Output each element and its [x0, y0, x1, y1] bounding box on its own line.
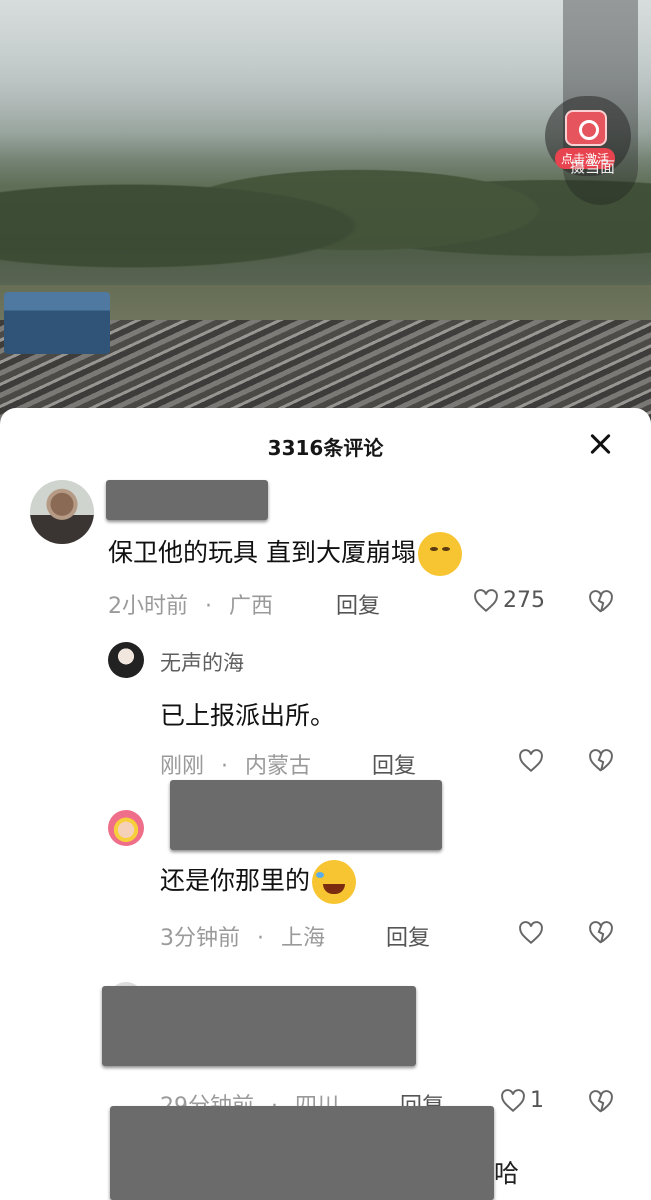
broken-heart-icon[interactable] [588, 921, 614, 945]
comment-text[interactable]: 还是你那里的 [160, 860, 357, 904]
comment-text[interactable]: 已上报派出所。 [160, 696, 335, 732]
like-button[interactable]: 1 [500, 1088, 544, 1113]
like-count: 275 [503, 588, 545, 613]
reply-button[interactable]: 回复 [386, 920, 430, 952]
meta-separator: · [205, 594, 212, 619]
comment-text-content: 还是你那里的 [160, 866, 311, 895]
comment-time: 3分钟前 [160, 926, 240, 951]
broken-heart-icon[interactable] [588, 749, 614, 773]
comment-time: 2小时前 [108, 594, 188, 619]
avatar[interactable] [108, 810, 144, 846]
heart-icon[interactable] [518, 921, 544, 945]
smirk-face-icon [417, 532, 462, 576]
video-player[interactable] [0, 0, 651, 440]
heart-icon [474, 588, 498, 612]
comment-text-content: 保卫他的玩具 直到大厦崩塌 [108, 538, 416, 567]
reply-button[interactable]: 回复 [336, 588, 380, 620]
comment-sheet: 3316条评论 保卫他的玩具 直到大厦崩塌 2小时前 · 广西 回复 275 无… [0, 408, 651, 1200]
comment-location: 内蒙古 [245, 754, 312, 779]
comment-count-title: 3316条评论 [267, 436, 384, 460]
avatar[interactable] [30, 480, 94, 544]
avatar[interactable] [108, 642, 144, 678]
like-button[interactable]: 275 [473, 588, 545, 613]
meta-separator: · [257, 926, 264, 951]
reply-button[interactable]: 回复 [372, 748, 416, 780]
camera-icon [565, 110, 607, 146]
like-count: 1 [530, 1088, 544, 1113]
broken-heart-icon[interactable] [588, 1090, 614, 1114]
close-icon[interactable] [584, 428, 616, 460]
comment-text[interactable]: 保卫他的玩具 直到大厦崩塌 [108, 532, 462, 576]
comment-meta: 刚刚 · 内蒙古 [160, 748, 311, 780]
activate-sub-label: 摄当面 [570, 158, 616, 176]
partial-comment-text: 哈 [494, 1159, 520, 1188]
comment-meta: 3分钟前 · 上海 [160, 920, 325, 952]
heart-icon [501, 1088, 525, 1112]
rolling-laughing-face-icon [312, 860, 357, 904]
redacted-comment [110, 1106, 494, 1200]
broken-heart-icon[interactable] [588, 590, 614, 614]
redacted-username [170, 780, 442, 850]
redacted-comment [102, 986, 416, 1066]
comment-location: 上海 [281, 926, 326, 951]
heart-icon[interactable] [518, 749, 544, 773]
redacted-username [106, 480, 268, 520]
comment-author[interactable]: 无声的海 [160, 647, 244, 677]
comment-time: 刚刚 [160, 754, 205, 779]
comment-meta: 2小时前 · 广西 [108, 588, 273, 620]
meta-separator: · [221, 754, 229, 779]
comment-location: 广西 [229, 594, 274, 619]
video-truck [4, 292, 110, 354]
